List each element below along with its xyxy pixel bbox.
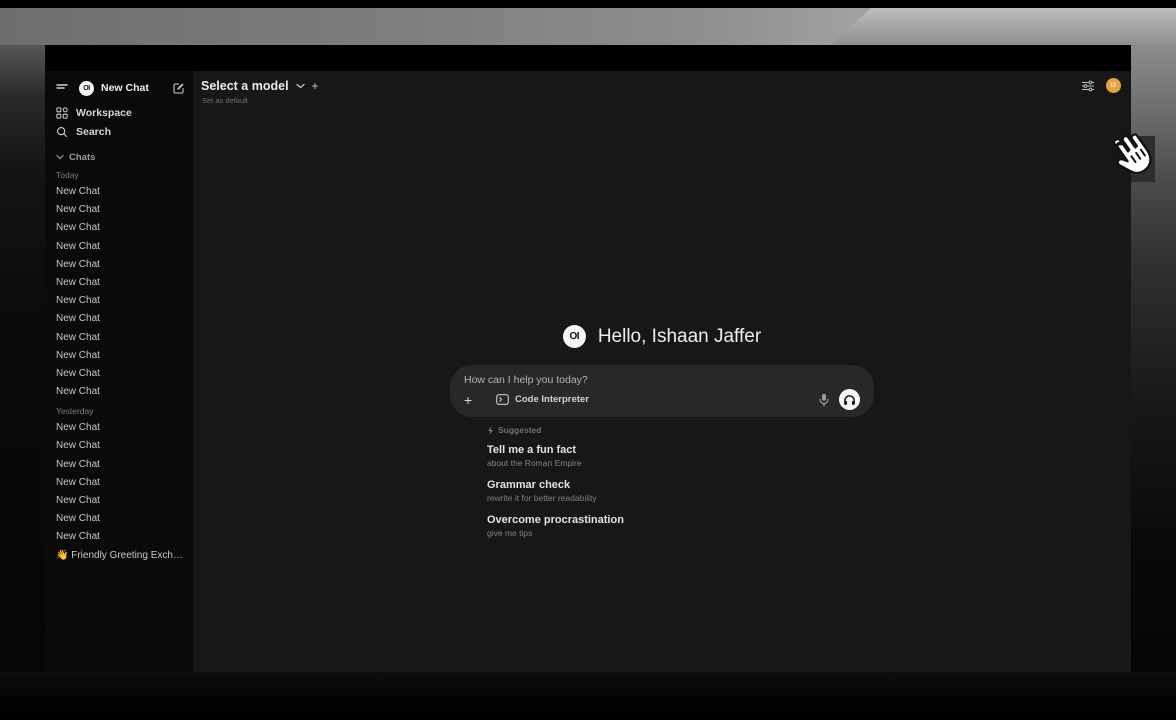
suggestion-title: Overcome procrastination (487, 514, 874, 527)
chevron-down-icon (56, 154, 64, 160)
chat-list-item[interactable]: New Chat (56, 492, 185, 510)
chat-input[interactable]: How can I help you today? + Code Interpr… (450, 365, 874, 417)
chat-list-item[interactable]: New Chat (56, 474, 185, 492)
chat-list-item[interactable]: New Chat (56, 201, 185, 219)
sidebar-item-search[interactable]: Search (56, 122, 185, 141)
suggestion-title: Tell me a fun fact (487, 444, 874, 457)
chat-list-item[interactable]: New Chat (56, 256, 185, 274)
suggested-section: Suggested Tell me a fun fact about the R… (450, 425, 874, 539)
chats-section-toggle[interactable]: Chats (56, 149, 185, 165)
sidebar: OI New Chat Workspace Searc (45, 71, 193, 672)
app-logo: OI (563, 325, 586, 348)
suggestion-item[interactable]: Tell me a fun fact about the Roman Empir… (487, 444, 874, 469)
suggestion-item[interactable]: Overcome procrastination give me tips (487, 514, 874, 539)
greeting-text: Hello, Ishaan Jaffer (598, 326, 761, 348)
chat-list-item-friendly-greeting[interactable]: 👋 Friendly Greeting Exchange (56, 547, 185, 565)
background-shape (830, 8, 1176, 45)
attach-plus-button[interactable]: + (464, 393, 480, 407)
desktop-background: OI New Chat Workspace Searc (0, 0, 1176, 720)
chat-list-item[interactable]: New Chat (56, 437, 185, 455)
main-header: Select a model + Set as default IJ (193, 71, 1131, 113)
microphone-icon[interactable] (819, 393, 829, 407)
chat-list-item[interactable]: New Chat (56, 329, 185, 347)
chat-list-item[interactable]: New Chat (56, 528, 185, 546)
search-label: Search (76, 126, 111, 138)
chat-list-item[interactable]: New Chat (56, 510, 185, 528)
suggestion-subtitle: about the Roman Empire (487, 458, 874, 469)
chat-list-item[interactable]: New Chat (56, 310, 185, 328)
app-logo: OI (79, 81, 94, 96)
code-interpreter-label: Code Interpreter (515, 394, 589, 405)
background-shape (0, 672, 1176, 720)
app-window: OI New Chat Workspace Searc (45, 45, 1131, 672)
chat-group-label-today: Today (56, 167, 185, 183)
chat-list-item[interactable]: New Chat (56, 456, 185, 474)
suggestion-item[interactable]: Grammar check rewrite it for better read… (487, 479, 874, 504)
add-model-button[interactable]: + (312, 79, 319, 93)
suggestion-subtitle: give me tips (487, 528, 874, 539)
sidebar-toggle-icon[interactable] (56, 83, 68, 93)
sidebar-brand-label: New Chat (101, 82, 172, 94)
chat-list-item[interactable]: New Chat (56, 274, 185, 292)
model-selector[interactable]: Select a model (201, 79, 289, 93)
suggestion-subtitle: rewrite it for better readability (487, 493, 874, 504)
headphones-icon (843, 394, 856, 406)
set-as-default-button[interactable]: Set as default (202, 96, 1119, 105)
chat-group-label-yesterday: Yesterday (56, 403, 185, 419)
controls-sliders-icon[interactable] (1081, 80, 1095, 92)
chat-list-item[interactable]: New Chat (56, 383, 185, 401)
new-chat-pencil-icon[interactable] (172, 82, 185, 95)
chat-input-placeholder: How can I help you today? (464, 374, 860, 386)
model-chevron-down-icon[interactable] (296, 83, 305, 89)
search-icon (56, 126, 68, 138)
background-shape (1131, 136, 1155, 182)
chat-list-item[interactable]: New Chat (56, 219, 185, 237)
chat-list-item[interactable]: New Chat (56, 365, 185, 383)
main-area: Select a model + Set as default IJ (193, 71, 1131, 672)
window-titlebar (45, 45, 1131, 71)
chat-list-item[interactable]: New Chat (56, 419, 185, 437)
user-avatar[interactable]: IJ (1106, 78, 1121, 93)
code-interpreter-icon (496, 394, 509, 405)
workspace-grid-icon (56, 107, 68, 119)
chat-list-item[interactable]: New Chat (56, 292, 185, 310)
suggested-label: Suggested (498, 425, 541, 435)
code-interpreter-toggle[interactable]: Code Interpreter (496, 394, 589, 405)
voice-call-button[interactable] (839, 389, 860, 410)
workspace-label: Workspace (76, 107, 132, 119)
chat-list-item[interactable]: New Chat (56, 183, 185, 201)
chat-list-item[interactable]: New Chat (56, 238, 185, 256)
sidebar-item-workspace[interactable]: Workspace (56, 103, 185, 122)
chats-section-label: Chats (69, 152, 95, 163)
suggested-bolt-icon (487, 426, 494, 435)
background-shape (0, 45, 45, 672)
suggestion-title: Grammar check (487, 479, 874, 492)
welcome-block: OI Hello, Ishaan Jaffer How can I help y… (450, 325, 874, 549)
chat-list-item[interactable]: New Chat (56, 347, 185, 365)
